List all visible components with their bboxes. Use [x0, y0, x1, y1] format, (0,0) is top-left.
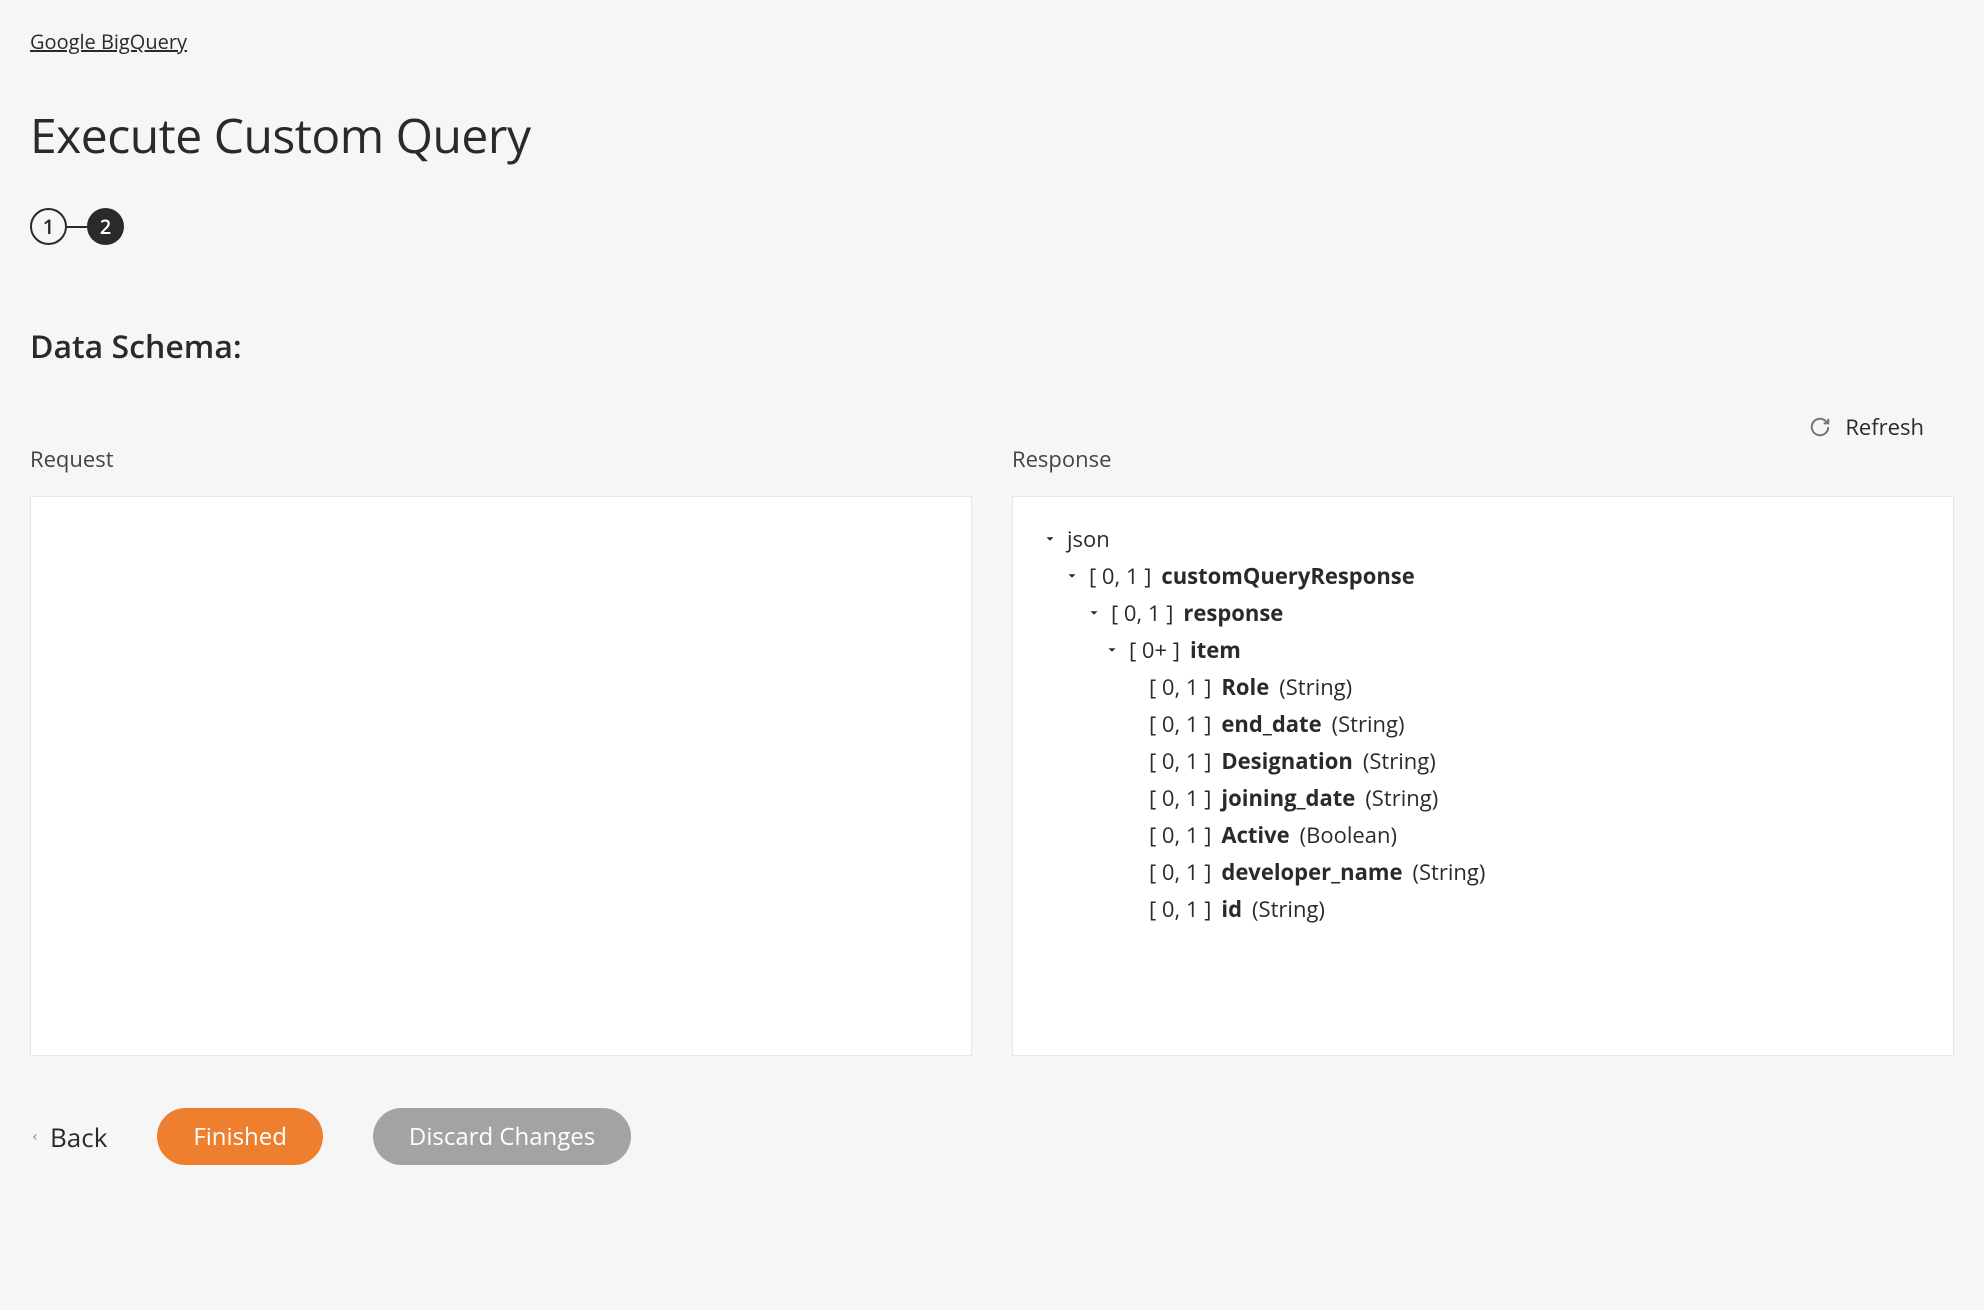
section-heading: Data Schema: — [30, 325, 1954, 368]
tree-node-item[interactable]: [ 0+ ] item — [1105, 632, 1923, 669]
tree-cardinality: [ 0, 1 ] — [1149, 780, 1211, 817]
tree-type: (String) — [1279, 669, 1352, 706]
request-panel: Request — [30, 444, 972, 1056]
chevron-down-icon — [1065, 569, 1079, 583]
response-panel-label: Response — [1012, 444, 1954, 474]
tree-leaf-active[interactable]: [ 0, 1 ] Active (Boolean) — [1125, 817, 1923, 854]
tree-label: developer_name — [1221, 854, 1402, 891]
tree-type: (String) — [1412, 854, 1485, 891]
tree-label: Role — [1221, 669, 1269, 706]
response-panel-box[interactable]: json [ 0, 1 ] customQueryResponse [ 0, 1… — [1012, 496, 1954, 1056]
tree-node-json[interactable]: json — [1043, 521, 1923, 558]
tree-cardinality: [ 0, 1 ] — [1149, 706, 1211, 743]
request-panel-label: Request — [30, 444, 972, 474]
chevron-down-icon — [1105, 643, 1119, 657]
tree-label: end_date — [1221, 706, 1321, 743]
tree-label: json — [1067, 521, 1110, 558]
tree-leaf-id[interactable]: [ 0, 1 ] id (String) — [1125, 891, 1923, 928]
tree-label: customQueryResponse — [1161, 558, 1414, 595]
response-panel: Response json [ 0, 1 ] customQueryRespon… — [1012, 444, 1954, 1056]
tree-cardinality: [ 0+ ] — [1129, 632, 1180, 669]
tree-label: Designation — [1221, 743, 1352, 780]
back-button[interactable]: Back — [30, 1119, 107, 1155]
tree-leaf-designation[interactable]: [ 0, 1 ] Designation (String) — [1125, 743, 1923, 780]
tree-leaf-end-date[interactable]: [ 0, 1 ] end_date (String) — [1125, 706, 1923, 743]
tree-cardinality: [ 0, 1 ] — [1149, 743, 1211, 780]
back-label: Back — [50, 1119, 107, 1155]
tree-node-response[interactable]: [ 0, 1 ] response — [1087, 595, 1923, 632]
step-connector — [67, 226, 87, 228]
tree-type: (String) — [1363, 743, 1436, 780]
tree-label: response — [1183, 595, 1283, 632]
discard-changes-button[interactable]: Discard Changes — [373, 1108, 631, 1165]
tree-leaf-joining-date[interactable]: [ 0, 1 ] joining_date (String) — [1125, 780, 1923, 817]
tree-cardinality: [ 0, 1 ] — [1149, 854, 1211, 891]
finished-button[interactable]: Finished — [157, 1108, 323, 1165]
tree-cardinality: [ 0, 1 ] — [1089, 558, 1151, 595]
breadcrumb-link[interactable]: Google BigQuery — [30, 28, 187, 55]
tree-cardinality: [ 0, 1 ] — [1149, 891, 1211, 928]
tree-leaf-developer-name[interactable]: [ 0, 1 ] developer_name (String) — [1125, 854, 1923, 891]
tree-leaf-role[interactable]: [ 0, 1 ] Role (String) — [1125, 669, 1923, 706]
request-panel-box[interactable] — [30, 496, 972, 1056]
tree-type: (String) — [1365, 780, 1438, 817]
tree-cardinality: [ 0, 1 ] — [1111, 595, 1173, 632]
chevron-left-icon — [30, 1129, 40, 1145]
tree-type: (String) — [1252, 891, 1325, 928]
step-1[interactable]: 1 — [30, 208, 67, 245]
tree-label: Active — [1221, 817, 1289, 854]
tree-node-customqueryresponse[interactable]: [ 0, 1 ] customQueryResponse — [1065, 558, 1923, 595]
tree-type: (String) — [1332, 706, 1405, 743]
tree-label: id — [1221, 891, 1242, 928]
stepper: 1 2 — [30, 208, 1954, 245]
step-2[interactable]: 2 — [87, 208, 124, 245]
tree-cardinality: [ 0, 1 ] — [1149, 817, 1211, 854]
refresh-icon — [1809, 416, 1831, 438]
tree-label: joining_date — [1221, 780, 1355, 817]
chevron-down-icon — [1087, 606, 1101, 620]
refresh-label: Refresh — [1845, 412, 1924, 442]
refresh-button[interactable]: Refresh — [30, 412, 1954, 442]
page-title: Execute Custom Query — [30, 103, 1954, 168]
tree-type: (Boolean) — [1300, 817, 1397, 854]
tree-cardinality: [ 0, 1 ] — [1149, 669, 1211, 706]
chevron-down-icon — [1043, 532, 1057, 546]
tree-label: item — [1190, 632, 1241, 669]
